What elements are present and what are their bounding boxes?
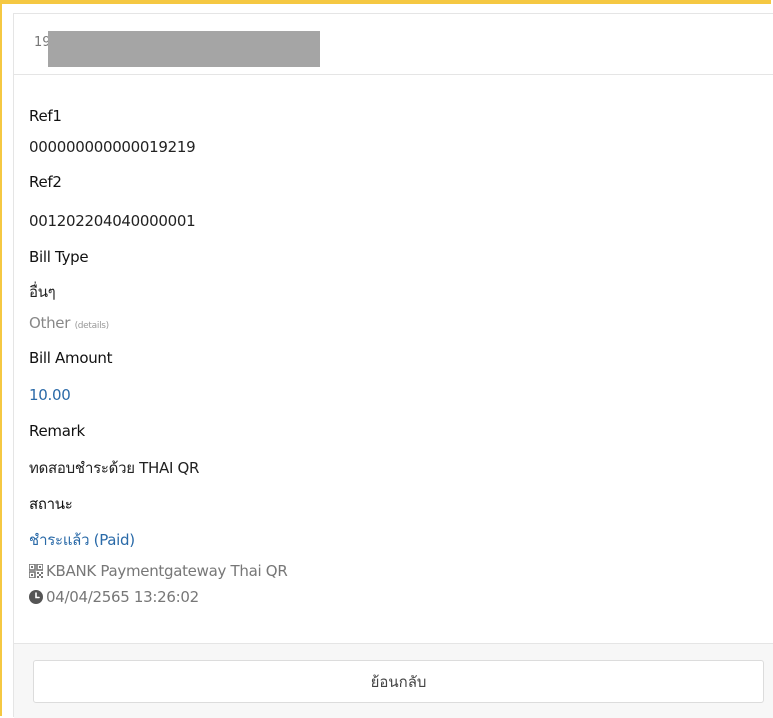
bill-type-label: Bill Type [29,248,89,266]
card-footer: ย้อนกลับ [14,643,773,718]
redacted-area [48,31,320,67]
bill-type-value: อื่นๆ [29,283,56,301]
ref1-label: Ref1 [29,107,62,125]
status-value: ชำระแล้ว (Paid) [29,531,135,549]
ref1-value: 000000000000019219 [29,138,196,156]
ref2-label: Ref2 [29,173,62,191]
bill-type-en-text: Other [29,314,71,332]
bill-type-en: Other (details) [29,314,109,332]
card-header: 19 [14,14,773,75]
details-link[interactable]: (details) [75,321,110,331]
timestamp: 04/04/2565 13:26:02 [46,588,199,606]
remark-label: Remark [29,422,85,440]
clock-icon [29,590,43,608]
back-button[interactable]: ย้อนกลับ [33,660,764,703]
status-label: สถานะ [29,495,73,513]
bill-amount-value: 10.00 [29,386,71,404]
qr-code-icon [28,563,44,582]
ref2-value: 001202204040000001 [29,212,196,230]
bill-amount-label: Bill Amount [29,349,113,367]
remark-value: ทดสอบชำระด้วย THAI QR [29,459,200,477]
gateway-line: KBANK Paymentgateway Thai QR [28,562,288,582]
bill-detail-card: 19 Ref1 000000000000019219 Ref2 00120220… [13,13,773,718]
timestamp-line: 04/04/2565 13:26:02 [29,588,199,608]
gateway-name: KBANK Paymentgateway Thai QR [46,562,288,580]
